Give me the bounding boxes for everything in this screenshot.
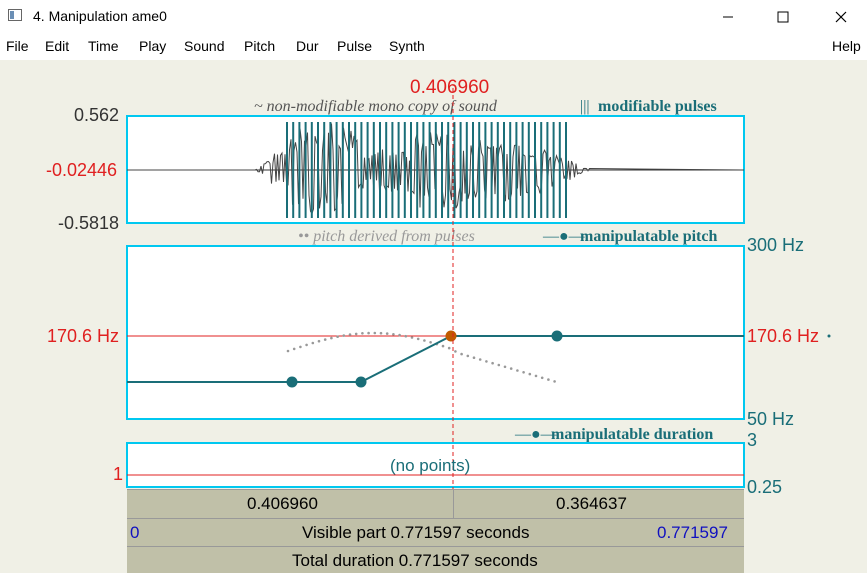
derived-pitch-dot — [317, 339, 321, 343]
menu-help[interactable]: Help — [832, 38, 861, 54]
editor-area: 0.406960 ~ non-modifiable mono copy of s… — [0, 60, 867, 573]
segment-right-duration: 0.364637 — [556, 494, 627, 513]
derived-pitch-dot — [361, 332, 364, 335]
derived-pitch-dot — [392, 333, 395, 336]
app-icon — [8, 9, 22, 21]
derived-pitch-dot — [497, 363, 501, 367]
menu-play[interactable]: Play — [139, 38, 166, 54]
derived-pitch-dot — [305, 343, 308, 347]
segment-left-duration: 0.406960 — [247, 494, 318, 513]
derived-pitch-dot — [379, 331, 383, 335]
menu-pulse[interactable]: Pulse — [337, 38, 372, 54]
visible-part-text: Visible part 0.771597 seconds — [302, 523, 530, 542]
derived-pitch-dot — [330, 336, 333, 340]
total-duration-text: Total duration 0.771597 seconds — [292, 551, 538, 570]
close-button[interactable] — [818, 0, 864, 34]
window-title: 4. Manipulation ame0 — [33, 8, 167, 24]
derived-pitch-dot — [385, 332, 389, 335]
derived-pitch-dot — [336, 335, 339, 339]
pitch-point-selected[interactable] — [445, 330, 457, 342]
derived-pitch-dot — [528, 372, 532, 376]
pitch-right-dot — [827, 334, 831, 338]
derived-pitch-dot — [509, 367, 513, 370]
derived-pitch-dot — [286, 349, 290, 353]
pitch-panel[interactable] — [126, 245, 745, 420]
derived-pitch-dot — [466, 354, 470, 358]
menu-sound[interactable]: Sound — [184, 38, 224, 54]
derived-pitch-dot — [404, 334, 408, 338]
derived-pitch-dot — [516, 369, 519, 372]
menu-synth[interactable]: Synth — [389, 38, 425, 54]
menu-bar: File Edit Time Play Sound Pitch Dur Puls… — [0, 34, 867, 60]
derived-pitch-dot — [491, 361, 494, 365]
derived-pitch-dot — [485, 360, 488, 363]
derived-pitch-dot — [547, 378, 550, 381]
maximize-icon — [777, 11, 789, 23]
visible-start-time: 0 — [130, 523, 140, 542]
derived-pitch-dot — [472, 356, 476, 360]
derived-pitch-dot — [398, 333, 401, 337]
menu-dur[interactable]: Dur — [296, 38, 319, 54]
derived-pitch-dot — [522, 371, 525, 374]
maximize-button[interactable] — [760, 0, 806, 34]
derived-pitch-dot — [348, 333, 352, 336]
minimize-button[interactable] — [705, 0, 751, 34]
menu-pitch[interactable]: Pitch — [244, 38, 275, 54]
derived-pitch-dot — [367, 331, 370, 335]
derived-pitch-dot — [292, 347, 296, 351]
derived-pitch-dot — [423, 339, 426, 342]
derived-pitch-dot — [410, 336, 414, 339]
derived-pitch-dot — [540, 376, 544, 380]
pitch-point[interactable] — [355, 376, 367, 388]
derived-pitch-dot — [299, 345, 302, 349]
segment-left-bar[interactable]: 0.406960 — [127, 489, 453, 518]
menu-file[interactable]: File — [6, 38, 29, 54]
derived-pitch-dot — [454, 350, 457, 353]
derived-pitch-dot — [342, 334, 346, 337]
title-bar: 4. Manipulation ame0 — [0, 0, 867, 34]
total-duration-bar[interactable]: Total duration 0.771597 seconds — [127, 546, 744, 573]
derived-pitch-dot — [373, 331, 377, 335]
derived-pitch-dot — [323, 338, 327, 341]
derived-pitch-dot — [429, 341, 432, 344]
pitch-point[interactable] — [551, 330, 563, 342]
derived-pitch-dot — [441, 344, 445, 348]
pitch-point[interactable] — [286, 376, 298, 388]
derived-pitch-dot — [447, 346, 451, 350]
visible-part-bar[interactable]: 0 Visible part 0.771597 seconds 0.771597 — [127, 518, 744, 546]
menu-time[interactable]: Time — [88, 38, 119, 54]
menu-edit[interactable]: Edit — [45, 38, 69, 54]
derived-pitch-dot — [460, 352, 463, 356]
segment-right-bar[interactable]: 0.364637 — [453, 489, 744, 518]
derived-pitch-dot — [534, 374, 538, 378]
derived-pitch-dot — [354, 332, 358, 336]
derived-pitch-dot — [311, 341, 315, 345]
derived-pitch-dot — [503, 365, 507, 369]
visible-end-time: 0.771597 — [657, 523, 728, 542]
derived-pitch-dot — [553, 380, 556, 383]
close-icon — [835, 11, 847, 23]
derived-pitch-dot — [478, 358, 482, 361]
minimize-icon — [723, 16, 733, 18]
derived-pitch-dot — [416, 337, 420, 341]
duration-empty-text: (no points) — [390, 456, 471, 475]
